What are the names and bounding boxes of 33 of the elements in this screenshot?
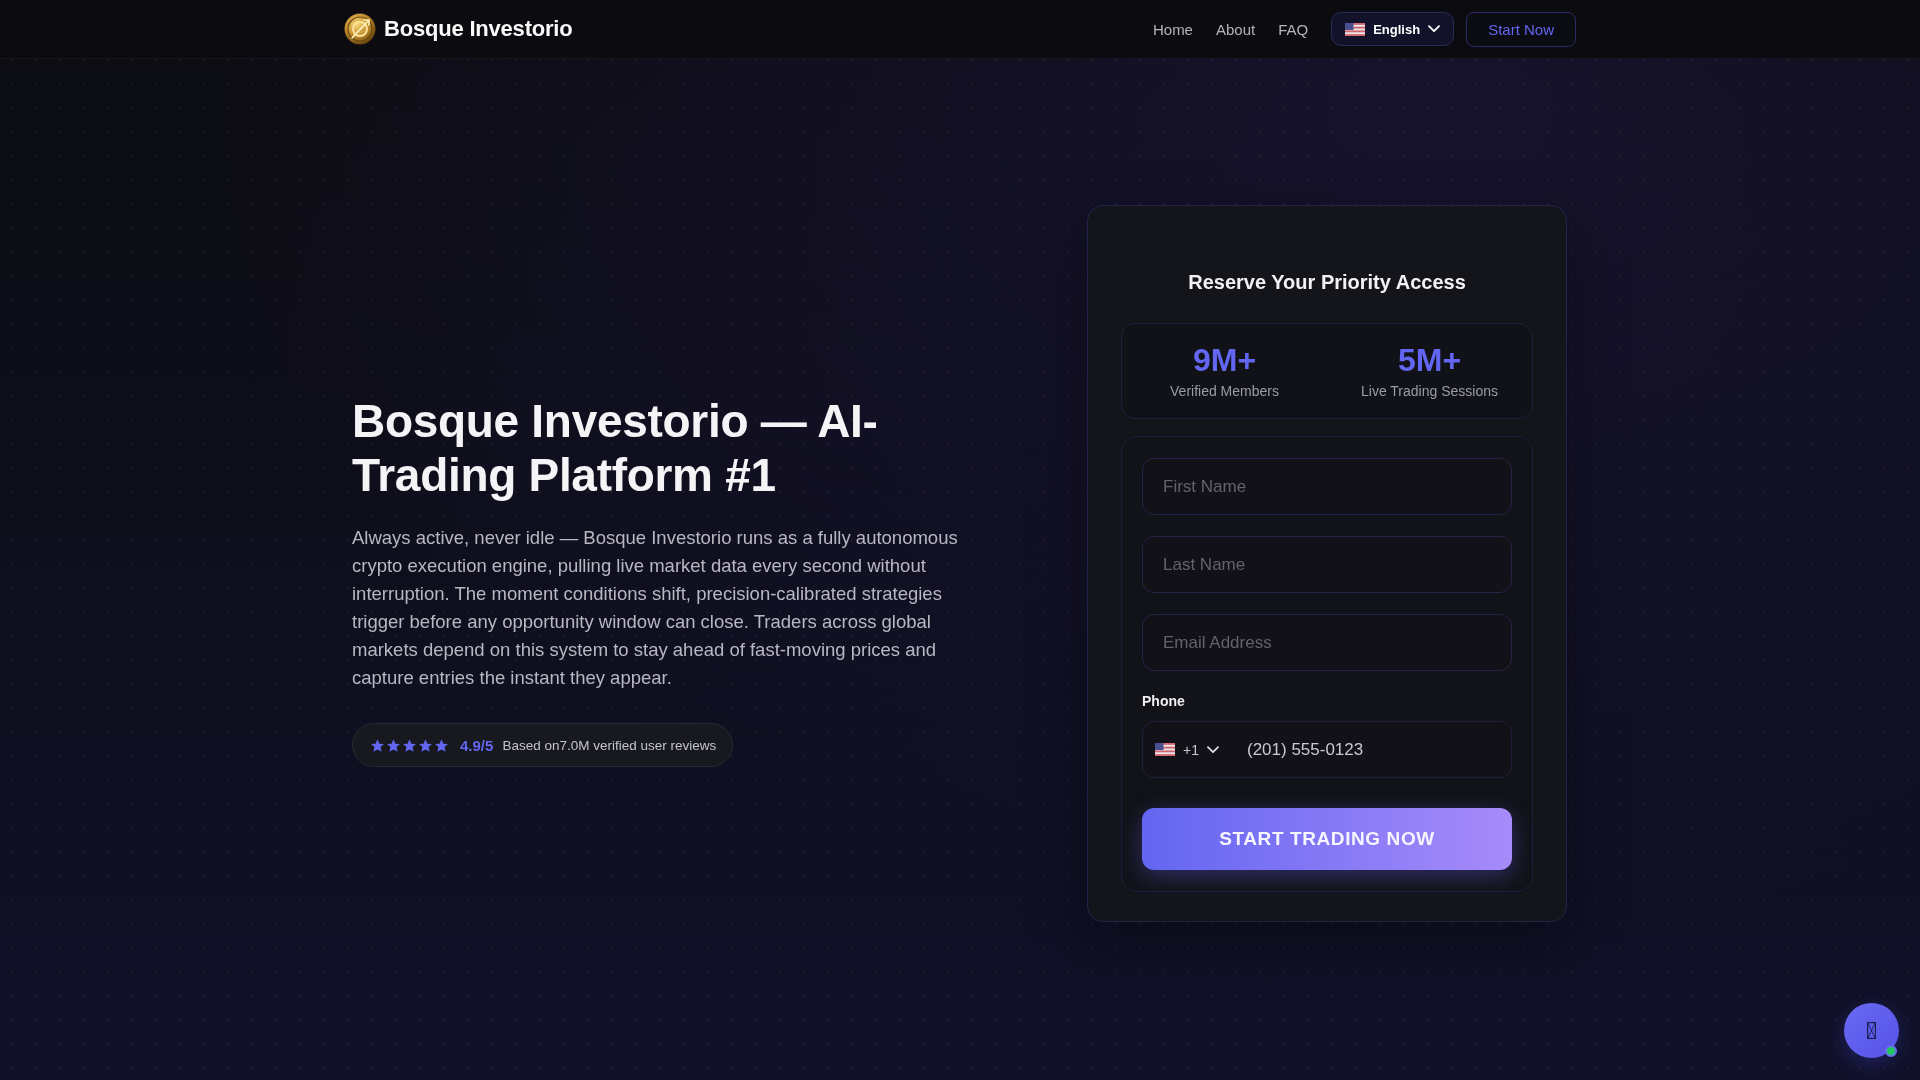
star-icon	[435, 738, 448, 752]
input-field[interactable]: Last Name	[1142, 536, 1512, 593]
star-icon	[387, 738, 400, 752]
stat-label: Live Trading Sessions	[1361, 382, 1498, 400]
nav-link[interactable]: FAQ	[1278, 20, 1309, 38]
stat-value: 5M+	[1397, 342, 1462, 378]
flag-icon	[1155, 743, 1175, 756]
star-icon	[371, 738, 384, 752]
brand-name: Bosque Investorio	[384, 16, 573, 42]
start-now-button[interactable]: Start Now	[1466, 11, 1576, 47]
coin-logo-icon	[344, 13, 376, 45]
star-icon	[403, 738, 416, 752]
rating-text: Based on7.0M verified user reviews	[502, 737, 717, 753]
stat-label: Verified Members	[1170, 382, 1279, 400]
chevron-down-icon	[1206, 745, 1219, 754]
nav-link[interactable]: About	[1215, 20, 1256, 38]
missing-glyph-icon	[1867, 1022, 1876, 1039]
hero-title: Bosque Investorio — AI-Trading Platform #1	[352, 394, 879, 502]
hero-description: Always active, never idle — Bosque Investorio runs as a fully autonomous crypto execution engine, pulling live market data every second without interruption. The moment conditions shift, precision-calibrated strategies trigger before any opportunity window can close. Traders across global markets depend on this system to stay ahead of fast-moving prices and capture entries the instant they appear.	[352, 526, 959, 690]
stat-value: 9M+	[1192, 342, 1257, 378]
nav-link[interactable]: Home	[1152, 20, 1193, 38]
country-code-selector[interactable]: +1	[1155, 741, 1219, 758]
card-title: Reserve Your Priority Access	[1188, 270, 1466, 295]
star-icon	[419, 738, 432, 752]
phone-field[interactable]: +1 (201) 555-0123	[1142, 721, 1512, 778]
chat-button[interactable]	[1844, 1003, 1899, 1058]
chevron-down-icon	[1428, 25, 1441, 33]
rating-score: 4.9/5	[460, 736, 494, 754]
language-selector[interactable]: English	[1331, 12, 1455, 46]
input-field[interactable]: Email Address	[1142, 614, 1512, 671]
input-field[interactable]: First Name	[1142, 458, 1512, 515]
flag-icon	[1345, 22, 1366, 36]
field-label: Phone	[1142, 692, 1185, 710]
